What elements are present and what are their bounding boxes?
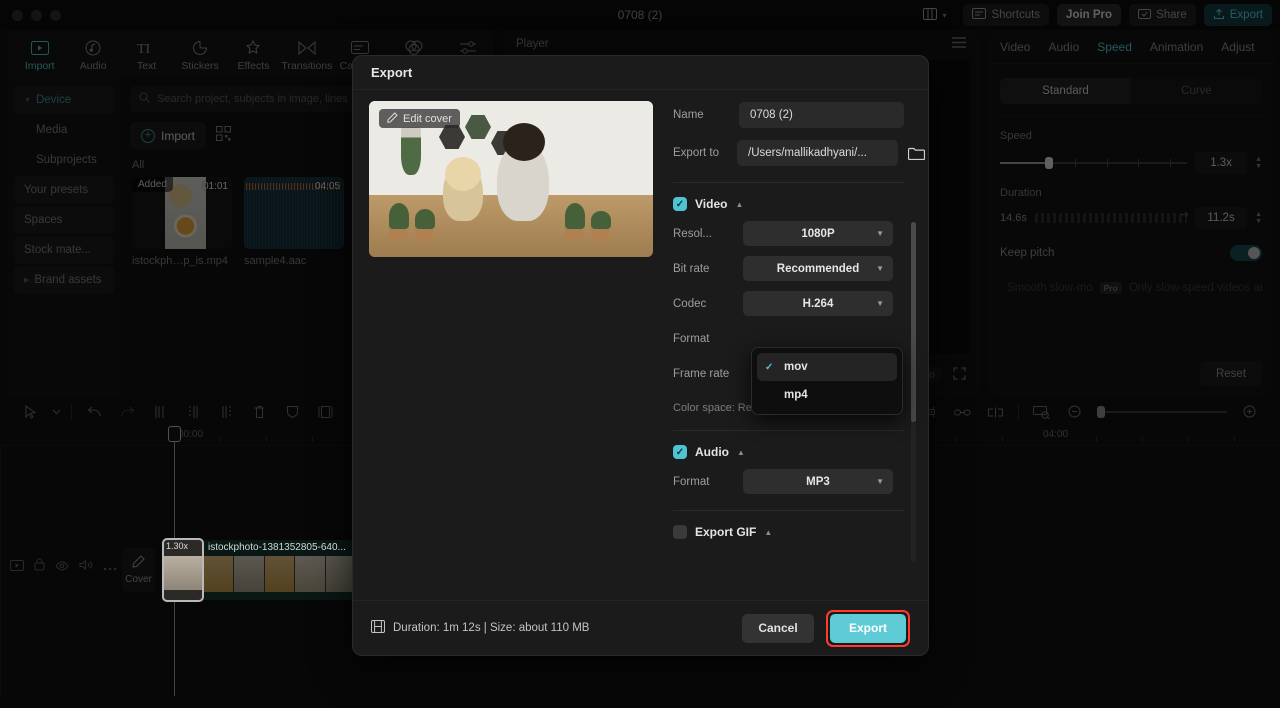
clip-thumbnail	[164, 556, 202, 590]
duration-size-text: Duration: 1m 12s | Size: about 110 MB	[393, 622, 590, 634]
cover-pot	[565, 227, 583, 241]
check-icon: ✓	[765, 361, 774, 373]
audio-format-select[interactable]: MP3 ▼	[743, 469, 893, 494]
cover-person-child	[443, 157, 483, 221]
chevron-down-icon: ▼	[876, 264, 884, 273]
framerate-label: Frame rate	[673, 367, 730, 380]
format-option-mp4[interactable]: mp4	[757, 381, 897, 409]
name-label: Name	[673, 109, 704, 121]
cover-macrame	[401, 127, 421, 175]
bitrate-row: Bit rate Recommended ▼	[673, 256, 928, 281]
cover-plant	[415, 209, 435, 229]
duration-size-info: Duration: 1m 12s | Size: about 110 MB	[371, 620, 589, 636]
pencil-icon	[387, 111, 398, 126]
gif-section-header[interactable]: Export GIF ▲	[673, 525, 928, 539]
name-input[interactable]: 0708 (2)	[739, 102, 904, 128]
chevron-down-icon: ▼	[876, 477, 884, 486]
chevron-up-icon[interactable]: ▲	[764, 528, 772, 537]
timeline-clip-selected[interactable]: 1.30x	[162, 538, 204, 602]
chevron-down-icon: ▼	[876, 229, 884, 238]
resolution-value: 1080P	[801, 227, 835, 240]
format-option-mov-label: mov	[784, 361, 808, 373]
export-to-row: Export to /Users/mallikadhyani/...	[673, 140, 928, 166]
chevron-down-icon: ▼	[876, 299, 884, 308]
audio-format-label: Format	[673, 475, 710, 488]
name-row: Name 0708 (2)	[673, 102, 928, 128]
codec-value: H.264	[802, 297, 834, 310]
edit-cover-label: Edit cover	[403, 112, 452, 125]
export-dialog: Export Edit cover Name 0708 (2) Export t…	[352, 55, 929, 656]
cover-plant	[389, 203, 409, 229]
export-dialog-title: Export	[353, 56, 928, 90]
divider	[673, 430, 904, 431]
bitrate-value: Recommended	[776, 262, 860, 275]
cancel-button[interactable]: Cancel	[742, 613, 814, 643]
cover-plant	[565, 203, 585, 229]
export-dialog-body: Edit cover Name 0708 (2) Export to /User…	[353, 90, 928, 600]
cover-pot	[389, 227, 407, 241]
format-label: Format	[673, 332, 710, 345]
dialog-scrollbar-thumb[interactable]	[911, 222, 916, 422]
export-to-label: Export to	[673, 147, 720, 159]
cover-person-adult	[497, 123, 549, 221]
export-button-highlight: Export	[826, 609, 910, 647]
format-option-mp4-label: mp4	[784, 389, 808, 401]
clip-name-label: istockphoto-1381352805-640...	[208, 542, 346, 553]
export-button[interactable]: Export	[830, 613, 906, 643]
codec-row: Codec H.264 ▼	[673, 291, 928, 316]
video-section-label: Video	[695, 197, 728, 211]
divider	[673, 182, 904, 183]
dialog-scrollbar[interactable]	[911, 222, 916, 562]
format-dropdown-menu: ✓ mov mp4	[751, 347, 903, 415]
audio-checkbox[interactable]: ✓	[673, 445, 687, 459]
video-checkbox[interactable]: ✓	[673, 197, 687, 211]
resolution-label: Resol...	[673, 227, 712, 240]
resolution-row: Resol... 1080P ▼	[673, 221, 928, 246]
audio-format-row: Format MP3 ▼	[673, 469, 928, 494]
bitrate-select[interactable]: Recommended ▼	[743, 256, 893, 281]
gif-checkbox[interactable]	[673, 525, 687, 539]
video-section-header[interactable]: ✓ Video ▲	[673, 197, 928, 211]
cover-preview[interactable]: Edit cover	[369, 101, 653, 257]
edit-cover-button[interactable]: Edit cover	[379, 109, 460, 128]
format-option-mov[interactable]: ✓ mov	[757, 353, 897, 381]
cover-pot	[591, 227, 609, 241]
export-path-input[interactable]: /Users/mallikadhyani/...	[737, 140, 898, 166]
audio-format-value: MP3	[806, 475, 830, 488]
audio-section-header[interactable]: ✓ Audio ▲	[673, 445, 928, 459]
resolution-select[interactable]: 1080P ▼	[743, 221, 893, 246]
gif-section-label: Export GIF	[695, 525, 757, 539]
cover-pot	[415, 227, 433, 241]
bitrate-label: Bit rate	[673, 262, 710, 275]
footer-buttons: Cancel Export	[742, 609, 910, 647]
cover-plant	[591, 211, 611, 229]
export-dialog-footer: Duration: 1m 12s | Size: about 110 MB Ca…	[353, 600, 928, 655]
codec-select[interactable]: H.264 ▼	[743, 291, 893, 316]
audio-section-label: Audio	[695, 445, 729, 459]
export-fields: Name 0708 (2) Export to /Users/mallikadh…	[673, 90, 928, 600]
chevron-up-icon[interactable]: ▲	[737, 448, 745, 457]
chevron-up-icon[interactable]: ▲	[735, 200, 743, 209]
film-icon	[371, 620, 385, 636]
codec-label: Codec	[673, 297, 707, 310]
clip-speed-badge: 1.30x	[166, 541, 189, 551]
divider	[673, 510, 904, 511]
folder-icon[interactable]	[905, 141, 928, 165]
app-root: 0708 (2) ▾ Shortcuts Join Pro	[0, 0, 1280, 708]
